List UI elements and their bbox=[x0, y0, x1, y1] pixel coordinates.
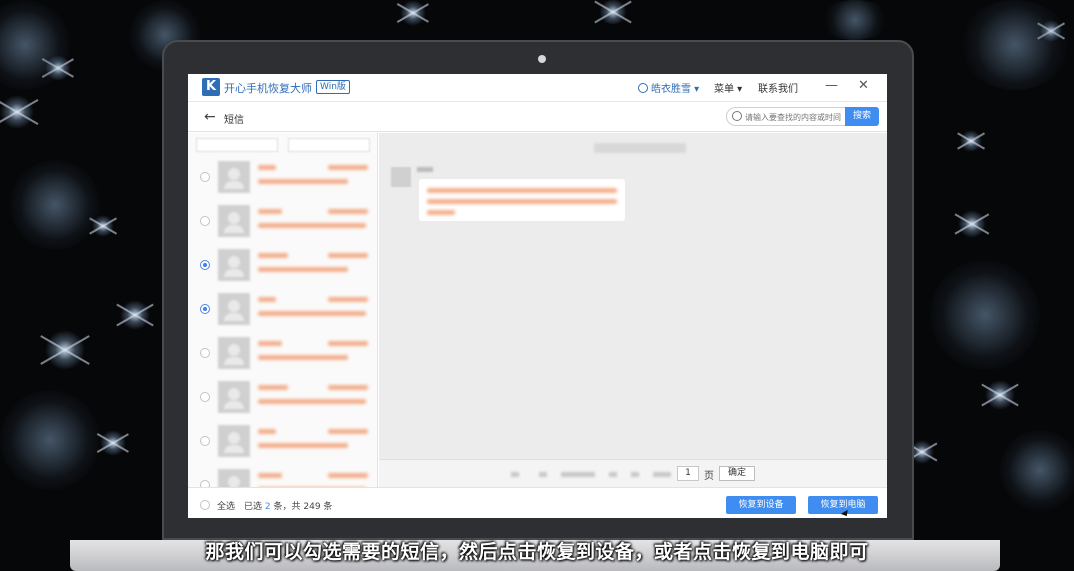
next-page-button[interactable] bbox=[609, 472, 617, 477]
message-date bbox=[328, 209, 368, 214]
video-subtitle: 那我们可以勾选需要的短信，然后点击恢复到设备，或者点击恢复到电脑即可 bbox=[205, 541, 869, 563]
contact-name bbox=[258, 165, 276, 170]
contact-name bbox=[258, 341, 282, 346]
chevron-down-icon: ▾ bbox=[734, 84, 743, 95]
contact-name bbox=[258, 297, 276, 302]
item-checkbox[interactable] bbox=[200, 260, 210, 270]
message-date bbox=[328, 341, 368, 346]
message-preview bbox=[258, 443, 348, 448]
selected-suffix: 条，共 249 条 bbox=[273, 502, 333, 512]
menu-label: 菜单 bbox=[714, 84, 734, 95]
message-date bbox=[328, 385, 368, 390]
list-item[interactable] bbox=[188, 157, 377, 201]
message-preview bbox=[258, 223, 366, 228]
list-item[interactable] bbox=[188, 245, 377, 289]
list-item[interactable] bbox=[188, 377, 377, 421]
item-checkbox[interactable] bbox=[200, 480, 210, 487]
message-preview bbox=[258, 311, 366, 316]
select-all-label[interactable]: 全选 bbox=[217, 499, 235, 512]
prev-page-button[interactable] bbox=[539, 472, 547, 477]
selected-prefix: 已选 bbox=[244, 502, 263, 512]
avatar bbox=[218, 205, 250, 237]
filter-dropdown-order[interactable] bbox=[288, 138, 370, 152]
sender-name bbox=[417, 167, 433, 172]
menu-dropdown[interactable]: 菜单 ▾ bbox=[714, 80, 742, 95]
item-checkbox[interactable] bbox=[200, 216, 210, 226]
contact-name bbox=[258, 473, 282, 478]
app-title: 开心手机恢复大师 bbox=[224, 82, 312, 95]
item-checkbox[interactable] bbox=[200, 304, 210, 314]
pagination: 1 页 确定 bbox=[379, 459, 887, 487]
restore-to-device-button[interactable]: 恢复到设备 bbox=[726, 496, 796, 514]
message-date bbox=[328, 165, 368, 170]
message-date bbox=[328, 429, 368, 434]
last-page-button[interactable] bbox=[631, 472, 639, 477]
list-item[interactable] bbox=[188, 289, 377, 333]
select-all-radio[interactable] bbox=[200, 500, 210, 510]
list-item[interactable] bbox=[188, 421, 377, 465]
contact-name bbox=[258, 385, 288, 390]
webcam bbox=[538, 55, 546, 63]
avatar bbox=[218, 249, 250, 281]
filter-dropdown-contacts[interactable] bbox=[196, 138, 278, 152]
message-preview bbox=[258, 355, 348, 360]
avatar bbox=[218, 469, 250, 487]
app-logo-icon: K bbox=[202, 78, 220, 96]
title-bar: K 开心手机恢复大师 Win版 皓衣胜雪 ▾ 菜单 ▾ 联系我们 — ✕ bbox=[188, 74, 887, 102]
contact-name bbox=[258, 253, 288, 258]
first-page-button[interactable] bbox=[511, 472, 519, 477]
win-badge: Win版 bbox=[316, 80, 350, 94]
avatar bbox=[218, 381, 250, 413]
page-number-input[interactable]: 1 bbox=[677, 466, 699, 481]
date-label bbox=[594, 143, 686, 153]
item-checkbox[interactable] bbox=[200, 392, 210, 402]
user-account[interactable]: 皓衣胜雪 ▾ bbox=[638, 80, 699, 95]
list-item[interactable] bbox=[188, 201, 377, 245]
item-checkbox[interactable] bbox=[200, 348, 210, 358]
nav-bar: ← 短信 搜索 bbox=[188, 102, 887, 132]
item-checkbox[interactable] bbox=[200, 172, 210, 182]
page-unit-label: 页 bbox=[704, 471, 714, 482]
page-title: 短信 bbox=[224, 115, 244, 126]
selected-count: 2 bbox=[264, 502, 271, 512]
avatar bbox=[218, 425, 250, 457]
message-bubble bbox=[419, 179, 625, 221]
search-box bbox=[726, 107, 846, 126]
close-button[interactable]: ✕ bbox=[858, 78, 869, 93]
chevron-down-icon: ▾ bbox=[691, 84, 700, 95]
avatar bbox=[218, 337, 250, 369]
contact-name bbox=[258, 429, 276, 434]
message-preview bbox=[258, 179, 348, 184]
selected-count-info: 已选 2 条，共 249 条 bbox=[244, 499, 332, 512]
list-item[interactable] bbox=[188, 465, 377, 487]
avatar bbox=[218, 293, 250, 325]
avatar bbox=[391, 167, 411, 187]
search-button[interactable]: 搜索 bbox=[845, 107, 879, 126]
confirm-page-button[interactable]: 确定 bbox=[719, 466, 755, 481]
goto-label bbox=[653, 472, 671, 477]
conversation-panel: 1 页 确定 bbox=[379, 133, 887, 487]
contact-name bbox=[258, 209, 282, 214]
page-indicator bbox=[561, 472, 595, 477]
back-arrow-icon[interactable]: ← bbox=[204, 109, 216, 125]
contact-us-link[interactable]: 联系我们 bbox=[758, 80, 798, 95]
search-icon bbox=[732, 111, 742, 121]
search-input[interactable] bbox=[745, 109, 845, 125]
footer-bar: 全选 已选 2 条，共 249 条 恢复到设备 恢复到电脑 bbox=[188, 487, 887, 518]
item-checkbox[interactable] bbox=[200, 436, 210, 446]
message-preview bbox=[258, 267, 348, 272]
minimize-button[interactable]: — bbox=[825, 78, 838, 93]
message-date bbox=[328, 473, 368, 478]
user-name: 皓衣胜雪 bbox=[651, 84, 691, 95]
message-list bbox=[188, 133, 378, 487]
app-window: K 开心手机恢复大师 Win版 皓衣胜雪 ▾ 菜单 ▾ 联系我们 — ✕ ← 短… bbox=[188, 74, 887, 518]
message-date bbox=[328, 297, 368, 302]
list-item[interactable] bbox=[188, 333, 377, 377]
message-preview bbox=[258, 399, 366, 404]
avatar bbox=[218, 161, 250, 193]
user-icon bbox=[638, 83, 648, 93]
message-date bbox=[328, 253, 368, 258]
